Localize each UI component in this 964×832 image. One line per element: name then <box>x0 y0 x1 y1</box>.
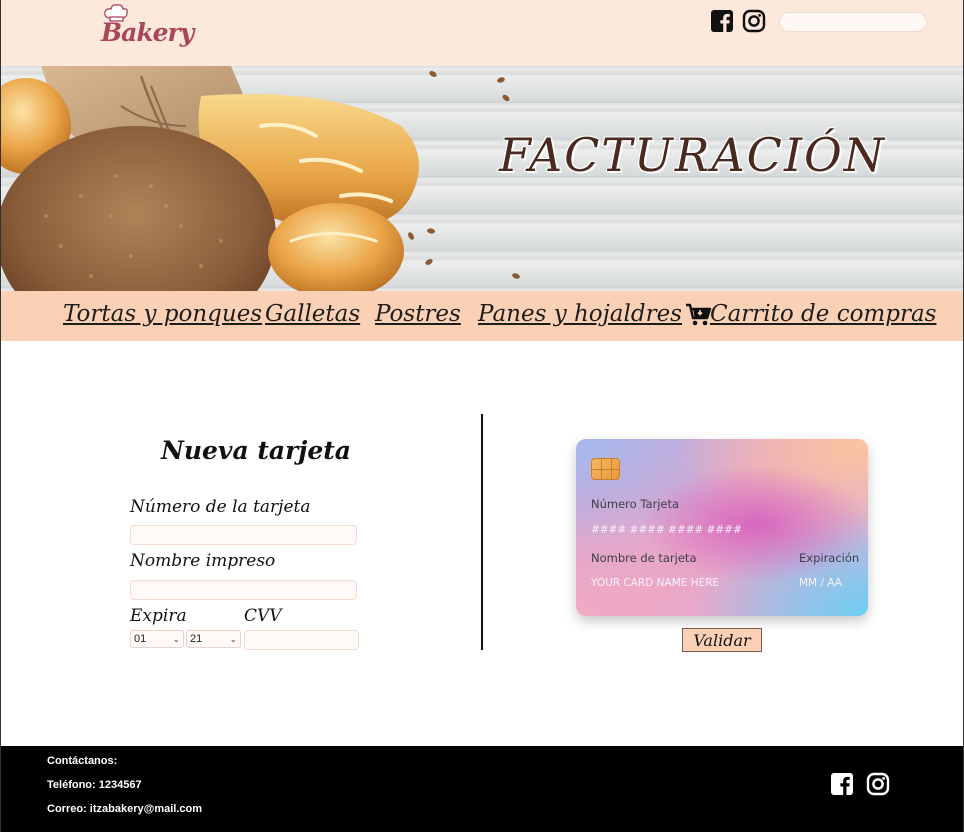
instagram-icon[interactable] <box>742 9 766 33</box>
facebook-icon[interactable] <box>830 772 854 796</box>
footer-email[interactable]: Correo: itzabakery@mail.com <box>47 803 202 815</box>
nav-item-galletas[interactable]: Galletas <box>265 301 360 327</box>
name-label: Nombre impreso <box>130 551 276 571</box>
cvv-label: CVV <box>244 606 282 626</box>
form-title: Nueva tarjeta <box>161 436 351 465</box>
card-preview: Número Tarjeta #### #### #### #### Nombr… <box>576 439 868 616</box>
nav-item-carrito[interactable]: Carrito de compras <box>710 301 936 327</box>
card-expiry-caption: Expiración <box>799 551 860 565</box>
expires-label: Expira <box>130 606 187 626</box>
card-name-caption: Nombre de tarjeta <box>591 551 697 565</box>
instagram-icon[interactable] <box>866 772 890 796</box>
section-divider <box>481 414 483 650</box>
shopping-cart-icon[interactable] <box>685 303 712 327</box>
search-input[interactable] <box>779 12 927 32</box>
cvv-input[interactable] <box>244 630 359 650</box>
card-number-display: #### #### #### #### <box>591 524 742 536</box>
card-number-input[interactable] <box>130 525 357 545</box>
main-nav: Tortas y ponques Galletas Postres Panes … <box>1 291 963 341</box>
card-name-display: YOUR CARD NAME HERE <box>591 577 720 589</box>
card-chip-icon <box>591 458 620 480</box>
page-title: FACTURACIÓN <box>499 128 886 182</box>
nav-item-tortas[interactable]: Tortas y ponques <box>63 301 262 327</box>
logo-text: Bakery <box>101 18 194 47</box>
year-select[interactable]: 21 ⌄ <box>186 630 241 648</box>
month-select[interactable]: 01 ⌄ <box>130 630 184 648</box>
hero-banner: FACTURACIÓN <box>1 66 963 291</box>
validate-button[interactable]: Validar <box>682 628 762 652</box>
footer-contact-heading: Contáctanos: <box>47 755 118 767</box>
card-number-label: Número de la tarjeta <box>130 497 311 517</box>
chevron-down-icon: ⌄ <box>229 633 237 644</box>
card-expiry-display: MM / AA <box>799 577 842 589</box>
nav-item-panes[interactable]: Panes y hojaldres <box>478 301 682 327</box>
nav-item-postres[interactable]: Postres <box>375 301 461 327</box>
name-input[interactable] <box>130 580 357 600</box>
site-footer: Contáctanos: Teléfono: 1234567 Correo: i… <box>1 746 963 832</box>
month-value: 01 <box>134 633 147 645</box>
bakery-logo[interactable]: Bakery <box>99 4 194 56</box>
facebook-icon[interactable] <box>710 9 734 33</box>
card-number-caption: Número Tarjeta <box>591 497 680 511</box>
chevron-down-icon: ⌄ <box>172 633 180 644</box>
year-value: 21 <box>190 633 203 645</box>
site-header: Bakery <box>1 0 963 66</box>
footer-phone: Teléfono: 1234567 <box>47 779 142 791</box>
